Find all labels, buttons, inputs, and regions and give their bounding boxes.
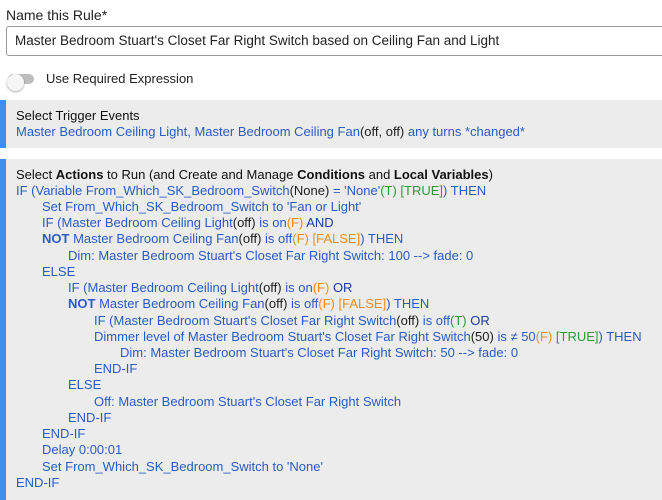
action-text: ) THEN — [360, 231, 404, 246]
action-text: IF (Master Bedroom Stuart's Closet Far R… — [94, 313, 397, 328]
trigger-devices: Master Bedroom Ceiling Light, Master Bed… — [16, 124, 360, 139]
action-text: ELSE — [68, 377, 102, 392]
actions-panel[interactable]: Select Actions to Run (and Create and Ma… — [0, 159, 662, 500]
action-text: (F) — [312, 280, 330, 295]
action-text: [TRUE] — [396, 183, 444, 198]
action-line-end-if[interactable]: END-IF — [16, 475, 59, 491]
action-line-else[interactable]: ELSE — [68, 377, 101, 393]
action-text: (F) — [286, 215, 304, 230]
action-text: (off) — [232, 215, 256, 230]
action-text: ) THEN — [386, 296, 430, 311]
actions-title: Select Actions to Run (and Create and Ma… — [16, 167, 493, 182]
action-text: NOT — [68, 296, 96, 311]
action-text: [FALSE] — [334, 296, 387, 311]
action-text: ELSE — [42, 264, 76, 279]
action-text: (50) — [470, 329, 494, 344]
actions-title-bold: Conditions — [297, 167, 365, 182]
action-line-end-if[interactable]: END-IF — [42, 426, 85, 442]
action-text: Delay 0:00:01 — [42, 442, 123, 457]
action-text: [FALSE] — [308, 231, 361, 246]
action-text: (F) — [318, 296, 335, 311]
rule-name-label: Name this Rule* — [6, 7, 108, 23]
action-line-end-if[interactable]: END-IF — [68, 410, 111, 426]
action-line-condition[interactable]: Dimmer level of Master Bedroom Stuart's … — [94, 329, 642, 345]
action-text: (off) — [238, 231, 262, 246]
action-text: IF (Master Bedroom Ceiling Light — [42, 215, 233, 230]
action-text: [TRUE] — [552, 329, 599, 344]
actions-title-bold: Actions — [55, 167, 104, 182]
action-text: OR — [466, 313, 490, 328]
action-line-if[interactable]: IF (Master Bedroom Stuart's Closet Far R… — [94, 313, 490, 329]
action-text: END-IF — [16, 475, 60, 490]
action-text: END-IF — [42, 426, 86, 441]
action-text: (off) — [258, 280, 282, 295]
actions-title-text: and — [365, 167, 394, 182]
action-text: is off — [419, 313, 451, 328]
action-text: Dim: Master Bedroom Stuart's Closet Far … — [68, 248, 474, 263]
action-text: (None) — [289, 183, 330, 198]
rule-name-input[interactable]: Master Bedroom Stuart's Closet Far Right… — [6, 26, 662, 56]
action-text: Master Bedroom Ceiling Fan — [69, 231, 239, 246]
trigger-events-panel[interactable]: Select Trigger Events Master Bedroom Cei… — [0, 100, 662, 148]
action-text: is off — [287, 296, 319, 311]
toggle-knob[interactable] — [7, 74, 24, 91]
actions-title-text: ) — [488, 167, 493, 182]
action-line-dim[interactable]: Dim: Master Bedroom Stuart's Closet Far … — [120, 345, 518, 361]
action-text: (F) — [292, 231, 309, 246]
action-text: (T) — [380, 183, 397, 198]
action-text: Set From_Which_SK_Bedroom_Switch to 'Non… — [42, 459, 323, 474]
action-text: is off — [261, 231, 293, 246]
action-text: ) THEN — [598, 329, 642, 344]
action-text: = 'None' — [329, 183, 381, 198]
trigger-state: (off, off) — [359, 124, 405, 139]
action-text: (T) — [450, 313, 467, 328]
actions-title-text: to Run (and Create and Manage — [103, 167, 298, 182]
action-line-if[interactable]: IF (Master Bedroom Ceiling Light(off) is… — [42, 215, 334, 231]
action-text: IF (Variable From_Which_SK_Bedroom_Switc… — [16, 183, 290, 198]
action-text: (off) — [264, 296, 288, 311]
trigger-events-title: Select Trigger Events — [16, 108, 140, 123]
action-text: is on — [255, 215, 287, 230]
action-text: Dim: Master Bedroom Stuart's Closet Far … — [120, 345, 519, 360]
action-line-if[interactable]: IF (Master Bedroom Ceiling Light(off) is… — [68, 280, 352, 296]
action-text: OR — [329, 280, 353, 295]
action-text: Dimmer level of Master Bedroom Stuart's … — [94, 329, 471, 344]
action-text: Off: Master Bedroom Stuart's Closet Far … — [94, 394, 402, 409]
action-text: Master Bedroom Ceiling Fan — [95, 296, 265, 311]
action-text: is ≠ 50 — [493, 329, 536, 344]
action-line-delay[interactable]: Delay 0:00:01 — [42, 442, 122, 458]
actions-title-text: Select — [16, 167, 56, 182]
action-text: is on — [281, 280, 313, 295]
action-line-end-if[interactable]: END-IF — [94, 361, 137, 377]
required-expression-toggle[interactable] — [7, 74, 34, 91]
action-text: ) THEN — [443, 183, 487, 198]
action-text: (F) — [535, 329, 553, 344]
action-line-dim[interactable]: Dim: Master Bedroom Stuart's Closet Far … — [68, 248, 473, 264]
action-text: END-IF — [68, 410, 112, 425]
actions-title-bold: Local Variables — [393, 167, 489, 182]
action-text: NOT — [42, 231, 70, 246]
action-line-else[interactable]: ELSE — [42, 264, 75, 280]
trigger-events-summary[interactable]: Master Bedroom Ceiling Light, Master Bed… — [16, 124, 525, 139]
action-line-condition[interactable]: NOT Master Bedroom Ceiling Fan(off) is o… — [68, 296, 429, 312]
action-text: (off) — [396, 313, 420, 328]
action-text: AND — [303, 215, 334, 230]
action-line-off[interactable]: Off: Master Bedroom Stuart's Closet Far … — [94, 394, 401, 410]
action-line-if[interactable]: IF (Variable From_Which_SK_Bedroom_Switc… — [16, 183, 486, 199]
required-expression-label: Use Required Expression — [46, 71, 194, 86]
action-line-set-variable[interactable]: Set From_Which_SK_Bedroom_Switch to 'Non… — [42, 459, 323, 475]
action-text: END-IF — [94, 361, 138, 376]
action-line-condition[interactable]: NOT Master Bedroom Ceiling Fan(off) is o… — [42, 231, 403, 247]
trigger-suffix: any turns *changed* — [404, 124, 525, 139]
action-text: Set From_Which_SK_Bedroom_Switch to 'Fan… — [42, 199, 362, 214]
action-text: IF (Master Bedroom Ceiling Light — [68, 280, 259, 295]
action-line-set-variable[interactable]: Set From_Which_SK_Bedroom_Switch to 'Fan… — [42, 199, 361, 215]
